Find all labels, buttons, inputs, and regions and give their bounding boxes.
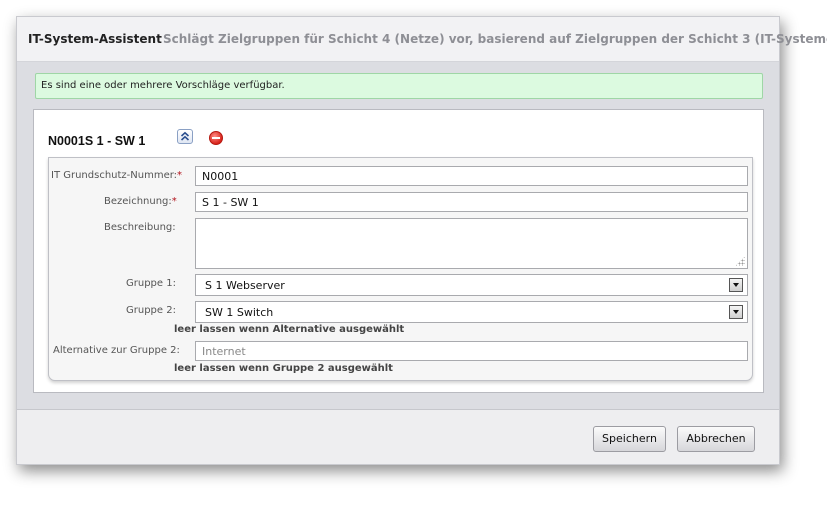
bezeichnung-input[interactable]: S 1 - SW 1 xyxy=(195,192,748,212)
record-title: N0001S 1 - SW 1 xyxy=(48,134,146,148)
grundschutz-label-text: IT Grundschutz-Nummer: xyxy=(51,170,178,181)
dropdown-arrow-icon[interactable] xyxy=(729,278,743,292)
dialog-subtitle: Schlägt Zielgruppen für Schicht 4 (Netze… xyxy=(163,32,827,46)
gruppe1-selected-value: S 1 Webserver xyxy=(205,279,285,292)
alternative-input[interactable]: Internet xyxy=(195,341,748,361)
required-marker: * xyxy=(171,196,177,207)
bezeichnung-label: Bezeichnung:* xyxy=(104,196,177,207)
save-button[interactable]: Speichern xyxy=(593,426,666,452)
gruppe2-label: Gruppe 2: xyxy=(126,305,176,316)
gruppe2-select[interactable]: SW 1 Switch xyxy=(195,301,748,323)
info-message-bar: Es sind eine oder mehrere Vorschläge ver… xyxy=(35,73,763,99)
dialog-footer: Speichern Abbrechen xyxy=(17,410,779,464)
required-marker: * xyxy=(177,170,183,181)
gruppe2-hint: leer lassen wenn Alternative ausgewählt xyxy=(174,324,405,335)
gruppe1-label: Gruppe 1: xyxy=(126,278,176,289)
suggestion-panel: N0001S 1 - SW 1 IT Grundschutz-Nummer:* … xyxy=(33,109,764,393)
dropdown-arrow-icon[interactable] xyxy=(729,305,743,319)
resize-grip-icon[interactable] xyxy=(735,256,745,266)
beschreibung-label: Beschreibung: xyxy=(104,222,176,233)
beschreibung-textarea[interactable] xyxy=(195,218,748,269)
double-chevron-up-icon[interactable] xyxy=(177,129,193,144)
alternative-label: Alternative zur Gruppe 2: xyxy=(53,345,180,356)
gruppe1-select[interactable]: S 1 Webserver xyxy=(195,274,748,296)
alternative-hint: leer lassen wenn Gruppe 2 ausgewählt xyxy=(174,363,393,374)
it-system-assistant-dialog: IT-System-Assistent Schlägt Zielgruppen … xyxy=(16,16,827,465)
grundschutz-label: IT Grundschutz-Nummer:* xyxy=(51,170,182,181)
cancel-button[interactable]: Abbrechen xyxy=(677,426,755,452)
grundschutz-number-input[interactable]: N0001 xyxy=(195,166,748,186)
bezeichnung-label-text: Bezeichnung: xyxy=(104,196,172,207)
record-form: IT Grundschutz-Nummer:* N0001 Bezeichnun… xyxy=(48,157,753,381)
gruppe2-selected-value: SW 1 Switch xyxy=(205,306,274,319)
dialog-title: IT-System-Assistent xyxy=(28,32,162,46)
dialog-header: IT-System-Assistent Schlägt Zielgruppen … xyxy=(17,17,827,62)
info-message: Es sind eine oder mehrere Vorschläge ver… xyxy=(41,80,285,91)
minus-circle-icon[interactable] xyxy=(209,131,223,145)
